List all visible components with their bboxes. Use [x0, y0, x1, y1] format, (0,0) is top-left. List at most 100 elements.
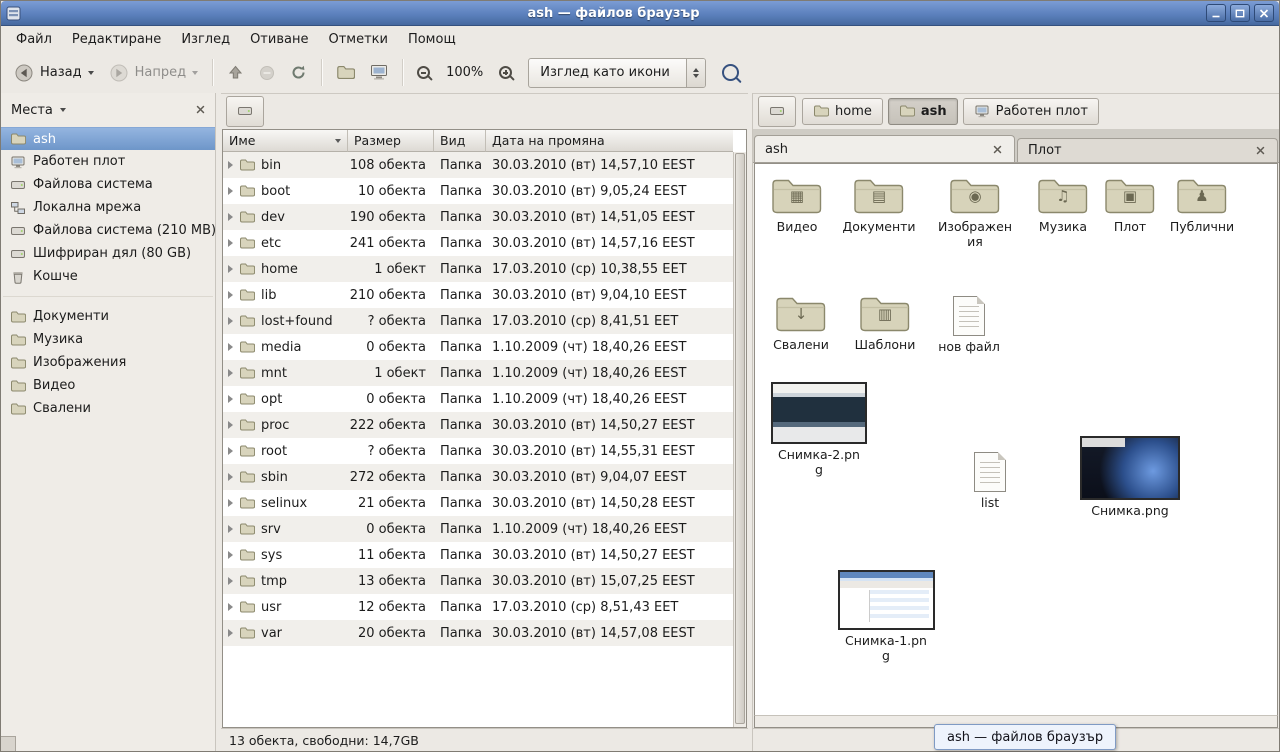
icon-item-list[interactable]: list [948, 450, 1032, 510]
expander-icon[interactable] [228, 395, 233, 403]
tree-row-opt[interactable]: opt0 обектаПапка1.10.2009 (чт) 18,40,26 … [223, 386, 733, 412]
stop-button[interactable] [252, 60, 282, 86]
tree-row-var[interactable]: var20 обектаПапка30.03.2010 (вт) 14,57,0… [223, 620, 733, 646]
icon-view[interactable]: ▦Видео▤Документи◉Изображения♫Музика▣Плот… [754, 163, 1278, 715]
expander-icon[interactable] [228, 525, 233, 533]
close-button[interactable] [1254, 4, 1274, 22]
tree-row-proc[interactable]: proc222 обектаПапка30.03.2010 (вт) 14,50… [223, 412, 733, 438]
reload-button[interactable] [283, 59, 314, 86]
expander-icon[interactable] [228, 343, 233, 351]
icon-item-new-file[interactable]: нов файл [927, 294, 1011, 354]
tree-row-usr[interactable]: usr12 обектаПапка17.03.2010 (ср) 8,51,43… [223, 594, 733, 620]
sidebar-close-icon[interactable] [196, 103, 205, 118]
icon-item-documents[interactable]: ▤Документи [837, 176, 921, 234]
tab-close-icon[interactable] [991, 143, 1004, 156]
home-button[interactable] [329, 58, 362, 87]
icon-item-snimka[interactable]: Снимка.png [1088, 436, 1172, 518]
minimize-button[interactable] [1206, 4, 1226, 22]
expander-icon[interactable] [228, 213, 233, 221]
tree-row-selinux[interactable]: selinux21 обектаПапка30.03.2010 (вт) 14,… [223, 490, 733, 516]
icon-item-downloads[interactable]: ↓Свалени [759, 294, 843, 352]
tab-ash[interactable]: ash [754, 135, 1015, 162]
expander-icon[interactable] [228, 473, 233, 481]
icon-item-templates[interactable]: ▥Шаблони [843, 294, 927, 352]
icon-item-pictures[interactable]: ◉Изображения [933, 176, 1017, 249]
sidebar-item-downloads[interactable]: Свалени [1, 397, 215, 420]
expander-icon[interactable] [228, 551, 233, 559]
icon-item-snimka-2[interactable]: Снимка-2.png [777, 382, 861, 477]
tree-scrollbar[interactable] [733, 152, 746, 727]
expander-icon[interactable] [228, 421, 233, 429]
expander-icon[interactable] [228, 629, 233, 637]
sidebar-item-documents[interactable]: Документи [1, 305, 215, 328]
maximize-button[interactable] [1230, 4, 1250, 22]
sidebar-item-local-network[interactable]: Локална мрежа [1, 196, 215, 219]
tab-plot[interactable]: Плот [1017, 138, 1278, 162]
view-mode-combo[interactable]: Изглед като икони [528, 58, 706, 88]
menu-view[interactable]: Изглед [171, 28, 240, 51]
sidebar-item-video[interactable]: Видео [1, 374, 215, 397]
search-button[interactable] [715, 59, 746, 86]
column-header-name[interactable]: Име [223, 130, 348, 152]
expander-icon[interactable] [228, 369, 233, 377]
column-header-date[interactable]: Дата на промяна [486, 130, 733, 152]
column-header-size[interactable]: Размер [348, 130, 434, 152]
tab-close-icon[interactable] [1254, 144, 1267, 157]
sidebar-item-pictures[interactable]: Изображения [1, 351, 215, 374]
zoom-in-button[interactable] [492, 61, 519, 84]
zoom-out-button[interactable] [410, 61, 437, 84]
tree-row-lib[interactable]: lib210 обектаПапка30.03.2010 (вт) 9,04,1… [223, 282, 733, 308]
expander-icon[interactable] [228, 187, 233, 195]
sidebar-item-ash[interactable]: ash [1, 127, 215, 150]
icon-item-public[interactable]: ♟Публични [1160, 176, 1244, 234]
expander-icon[interactable] [228, 499, 233, 507]
breadcrumb-ash[interactable]: ash [888, 98, 958, 125]
tree-row-root[interactable]: root? обектаПапка30.03.2010 (вт) 14,55,3… [223, 438, 733, 464]
sidebar-item-encrypted-80gb[interactable]: Шифриран дял (80 GB) [1, 242, 215, 265]
back-button[interactable]: Назад [7, 58, 101, 88]
up-button[interactable] [220, 59, 251, 86]
tree-row-media[interactable]: media0 обектаПапка1.10.2009 (чт) 18,40,2… [223, 334, 733, 360]
menu-help[interactable]: Помощ [398, 28, 466, 51]
expander-icon[interactable] [228, 577, 233, 585]
tree-row-home[interactable]: home1 обектПапка17.03.2010 (ср) 10,38,55… [223, 256, 733, 282]
sidebar-item-filesystem[interactable]: Файлова система [1, 173, 215, 196]
sidebar-item-music[interactable]: Музика [1, 328, 215, 351]
icon-item-video[interactable]: ▦Видео [755, 176, 839, 234]
tree-row-srv[interactable]: srv0 обектаПапка1.10.2009 (чт) 18,40,26 … [223, 516, 733, 542]
tree-row-sys[interactable]: sys11 обектаПапка30.03.2010 (вт) 14,50,2… [223, 542, 733, 568]
expander-icon[interactable] [228, 265, 233, 273]
tree-row-sbin[interactable]: sbin272 обектаПапка30.03.2010 (вт) 9,04,… [223, 464, 733, 490]
back-dropdown-icon[interactable] [88, 71, 94, 75]
menu-file[interactable]: Файл [6, 28, 62, 51]
expander-icon[interactable] [228, 317, 233, 325]
sidebar-item-filesystem-210mb[interactable]: Файлова система (210 MB) [1, 219, 215, 242]
breadcrumb-desktop[interactable]: Работен плот [963, 98, 1099, 125]
tree-row-lost+found[interactable]: lost+found? обектаПапка17.03.2010 (ср) 8… [223, 308, 733, 334]
forward-button[interactable]: Напред [102, 58, 205, 88]
expander-icon[interactable] [228, 239, 233, 247]
sidebar-item-trash[interactable]: Кошче [1, 265, 215, 288]
scrollbar-thumb[interactable] [735, 153, 745, 724]
menu-go[interactable]: Отиване [240, 28, 318, 51]
expander-icon[interactable] [228, 291, 233, 299]
right-pathbar-root-button[interactable] [758, 96, 796, 127]
combo-arrows-icon[interactable] [686, 59, 705, 87]
menu-edit[interactable]: Редактиране [62, 28, 171, 51]
places-title[interactable]: Места [11, 103, 53, 118]
tree-row-bin[interactable]: bin108 обектаПапка30.03.2010 (вт) 14,57,… [223, 152, 733, 178]
tree-row-boot[interactable]: boot10 обектаПапка30.03.2010 (вт) 9,05,2… [223, 178, 733, 204]
tree-row-dev[interactable]: dev190 обектаПапка30.03.2010 (вт) 14,51,… [223, 204, 733, 230]
tree-row-etc[interactable]: etc241 обектаПапка30.03.2010 (вт) 14,57,… [223, 230, 733, 256]
expander-icon[interactable] [228, 161, 233, 169]
tree-row-tmp[interactable]: tmp13 обектаПапка30.03.2010 (вт) 15,07,2… [223, 568, 733, 594]
menu-bookmarks[interactable]: Отметки [318, 28, 397, 51]
tree-row-mnt[interactable]: mnt1 обектПапка1.10.2009 (чт) 18,40,26 E… [223, 360, 733, 386]
breadcrumb-home[interactable]: home [802, 98, 883, 125]
expander-icon[interactable] [228, 447, 233, 455]
titlebar[interactable]: ash — файлов браузър [1, 1, 1279, 26]
places-dropdown-icon[interactable] [60, 108, 66, 112]
sidebar-item-desktop[interactable]: Работен плот [1, 150, 215, 173]
expander-icon[interactable] [228, 603, 233, 611]
icon-item-snimka-1[interactable]: Снимка-1.png [844, 570, 928, 663]
